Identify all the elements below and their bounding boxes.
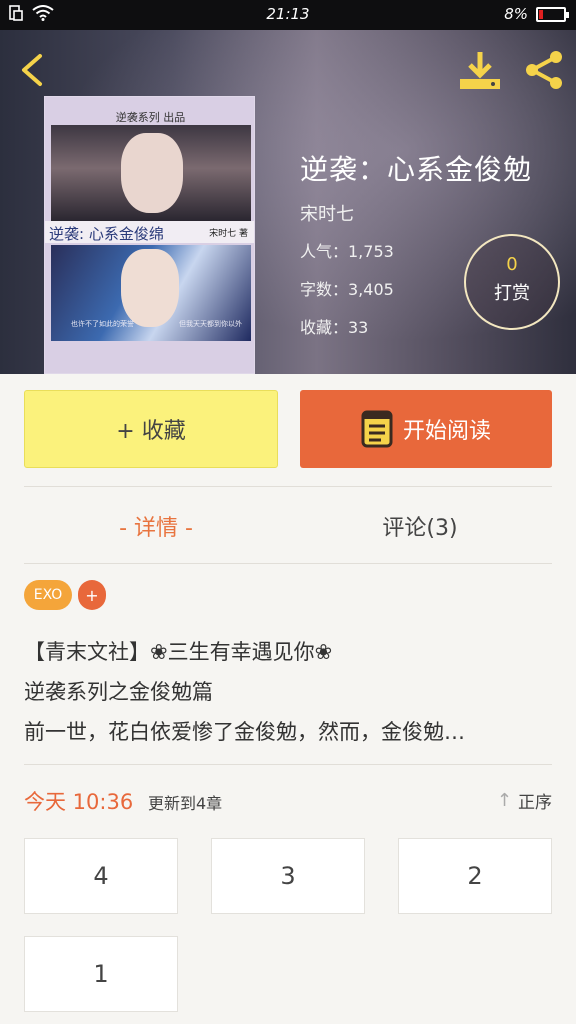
- divider: [24, 764, 552, 765]
- cover-publisher: 逆袭系列 出品: [115, 111, 186, 124]
- status-bar: 21:13 8%: [0, 0, 576, 30]
- chapter-button[interactable]: 3: [211, 838, 365, 914]
- divider: [24, 486, 552, 487]
- chapter-button[interactable]: 1: [24, 936, 178, 1012]
- cover-photo-top: [51, 125, 251, 221]
- chapter-button[interactable]: 4: [24, 838, 178, 914]
- book-icon: [361, 410, 393, 448]
- book-header: 逆袭系列 出品 逆袭: 心系金俊绵 宋时七 著 也许不了如此的荣誉 但我天天都到…: [0, 30, 576, 374]
- cover-tagline-left: 也许不了如此的荣誉: [71, 320, 134, 328]
- tab-details[interactable]: - 详情 -: [24, 490, 288, 562]
- book-cover[interactable]: 逆袭系列 出品 逆袭: 心系金俊绵 宋时七 著 也许不了如此的荣誉 但我天天都到…: [44, 96, 255, 374]
- sort-order-button[interactable]: ↑ 正序: [497, 788, 552, 813]
- share-icon: [526, 51, 562, 89]
- cover-title: 逆袭: 心系金俊绵: [49, 225, 164, 243]
- status-time: 21:13: [266, 5, 310, 23]
- update-time: 今天 10:36: [24, 790, 134, 814]
- cover-author: 宋时七 著: [209, 229, 248, 239]
- share-button[interactable]: [520, 48, 568, 92]
- collect-button[interactable]: + 收藏: [24, 390, 278, 468]
- divider: [24, 563, 552, 564]
- back-button[interactable]: [14, 48, 54, 92]
- book-title: 逆袭：心系金俊勉: [300, 153, 533, 186]
- chapter-button[interactable]: 2: [398, 838, 552, 914]
- reward-label: 打赏: [494, 283, 530, 304]
- tag-exo[interactable]: EXO: [24, 580, 72, 610]
- battery-percent: 8%: [504, 5, 528, 23]
- start-reading-label: 开始阅读: [402, 419, 491, 444]
- update-chapter-text: 更新到4章: [148, 794, 223, 813]
- download-button[interactable]: [456, 48, 504, 92]
- download-icon: [460, 52, 500, 89]
- description-line: 【青末文社】❀三生有幸遇见你❀: [24, 640, 333, 664]
- word-count-stat: 字数：3,405: [300, 280, 394, 299]
- description-line[interactable]: 前一世，花白依爱惨了金俊勉，然而，金俊勉…: [24, 716, 552, 746]
- reward-button[interactable]: 0 打赏: [464, 234, 560, 330]
- start-reading-button[interactable]: 开始阅读: [300, 390, 552, 468]
- add-tag-button[interactable]: +: [78, 580, 106, 610]
- collect-label: + 收藏: [116, 419, 186, 444]
- battery-icon: [536, 6, 569, 22]
- chevron-left-icon: [22, 54, 42, 86]
- favorites-stat: 收藏：33: [300, 318, 369, 337]
- reward-count: 0: [506, 254, 518, 275]
- popularity-stat: 人气：1,753: [300, 242, 394, 261]
- description-line: 逆袭系列之金俊勉篇: [24, 680, 213, 704]
- sort-label: 正序: [518, 793, 552, 813]
- book-author[interactable]: 宋时七: [300, 200, 354, 226]
- arrow-up-icon: ↑: [496, 790, 512, 811]
- cover-tagline-right: 但我天天都到你以外: [179, 320, 242, 328]
- tab-comments[interactable]: 评论(3): [288, 490, 552, 562]
